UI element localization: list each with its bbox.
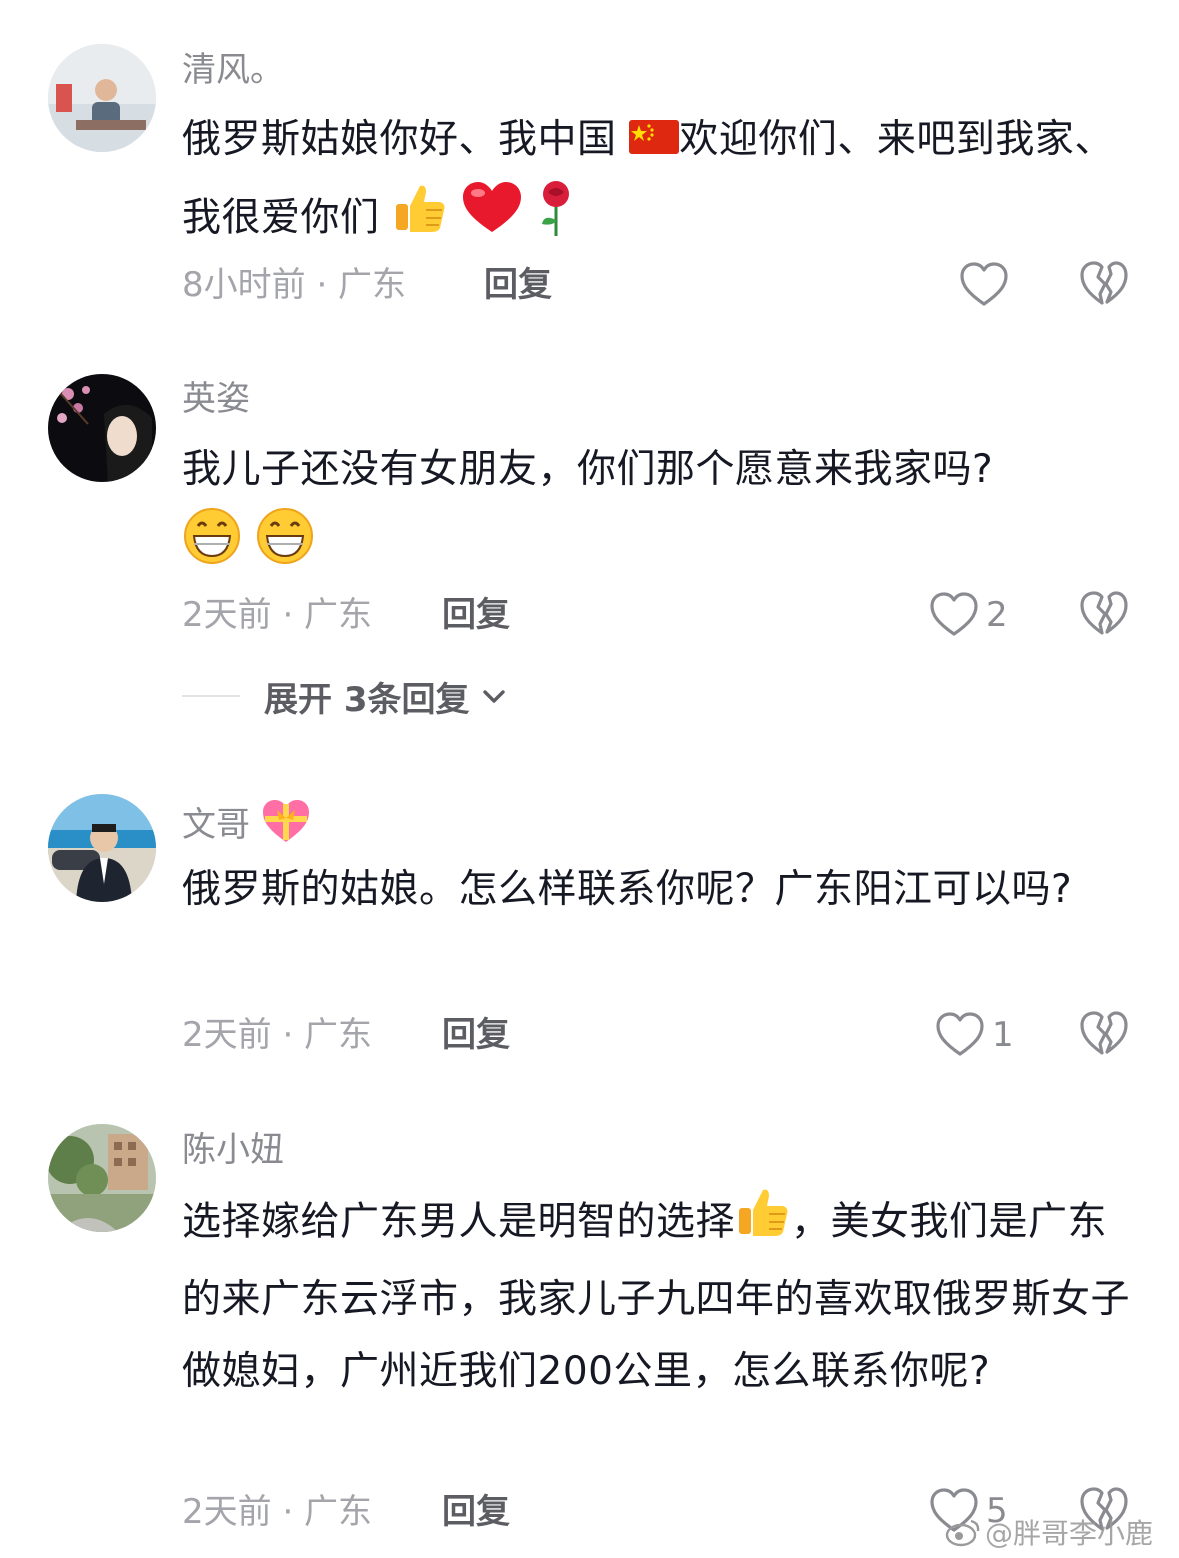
- broken-heart-icon: [1080, 261, 1128, 305]
- reply-button[interactable]: 回复: [442, 1013, 510, 1057]
- avatar-image: [48, 44, 156, 152]
- divider: [182, 695, 240, 697]
- grinning-face-icon: [182, 506, 242, 590]
- comment-text: 选择嫁给广东男人是明智的选择 ，美女我们是广东的来广东云浮市，我家儿子九四年的喜…: [182, 1184, 1142, 1408]
- username[interactable]: 英姿: [182, 377, 250, 421]
- like-count: 2: [986, 595, 1008, 635]
- heart-outline-icon: [930, 592, 978, 636]
- broken-heart-icon: [1080, 1011, 1128, 1055]
- comment-time-location: 2天前 · 广东: [182, 1492, 373, 1532]
- watermark: @胖哥李小鹿: [945, 1512, 1153, 1552]
- red-heart-icon: [461, 180, 523, 260]
- comment-text-part: 俄罗斯姑娘你好、我中国: [182, 117, 617, 162]
- comment-time-location: 8小时前 · 广东: [182, 265, 407, 305]
- china-flag-icon: [629, 106, 680, 178]
- comment-time-location: 2天前 · 广东: [182, 595, 373, 635]
- heart-outline-icon: [936, 1012, 984, 1056]
- thumbs-up-icon: [735, 1184, 791, 1264]
- reply-button[interactable]: 回复: [442, 593, 510, 637]
- broken-heart-icon: [1080, 591, 1128, 635]
- comment-emoji-row: [182, 506, 1142, 590]
- comment-time-location: 2天前 · 广东: [182, 1015, 373, 1055]
- reply-button[interactable]: 回复: [442, 1490, 510, 1534]
- comment-text-part: 选择嫁给广东男人是明智的选择: [182, 1199, 736, 1245]
- like-button[interactable]: 2: [930, 590, 1008, 640]
- username-text: 文哥: [182, 805, 250, 845]
- dislike-button[interactable]: [1080, 260, 1128, 308]
- avatar-image: [48, 794, 156, 902]
- watermark-text: @胖哥李小鹿: [985, 1517, 1154, 1550]
- comment-text: 俄罗斯的姑娘。怎么样联系你呢？广东阳江可以吗?: [182, 867, 1073, 912]
- expand-replies-label: 展开 3条回复: [264, 679, 470, 720]
- chevron-down-icon: [482, 690, 505, 703]
- grinning-face-icon: [255, 506, 315, 590]
- like-button[interactable]: [960, 260, 1008, 310]
- like-button[interactable]: 1: [936, 1010, 1014, 1060]
- avatar[interactable]: [48, 794, 156, 902]
- like-count: 1: [992, 1015, 1014, 1055]
- username[interactable]: 文哥: [182, 798, 311, 855]
- avatar[interactable]: [48, 44, 156, 152]
- comment-text: 我儿子还没有女朋友，你们那个愿意来我家吗?: [182, 447, 994, 492]
- dislike-button[interactable]: [1080, 590, 1128, 638]
- avatar[interactable]: [48, 1124, 156, 1232]
- reply-button[interactable]: 回复: [484, 263, 552, 307]
- expand-replies-button[interactable]: 展开 3条回复: [182, 674, 508, 720]
- thumbs-up-icon: [392, 180, 448, 260]
- heart-with-ribbon-icon: [261, 798, 311, 855]
- heart-outline-icon: [960, 262, 1008, 306]
- weibo-icon: [945, 1519, 980, 1547]
- avatar-image: [48, 1124, 156, 1232]
- rose-icon: [536, 178, 576, 262]
- dislike-button[interactable]: [1080, 1010, 1128, 1058]
- username[interactable]: 清风。: [182, 48, 284, 92]
- avatar-image: [48, 374, 156, 482]
- username[interactable]: 陈小妞: [182, 1128, 284, 1172]
- avatar[interactable]: [48, 374, 156, 482]
- comment-text: 俄罗斯姑娘你好、我中国 欢迎你们、来吧到我家、我很爱你们: [182, 104, 1142, 262]
